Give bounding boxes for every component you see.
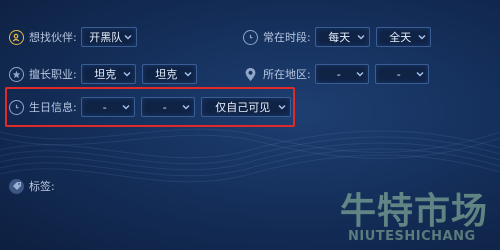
clock-icon [243,29,258,45]
position-label: 擅长职业: [29,68,77,81]
online-time-label: 常在时段: [263,31,311,44]
chevron-down-icon [184,71,192,77]
partner-select[interactable]: 开黑队 [80,27,137,47]
birthday-label: 生日信息: [29,101,77,114]
user-search-icon [9,29,24,45]
chevron-down-icon [123,71,131,77]
watermark-logo: 牛特市场 [340,190,489,232]
region-row: 所在地区: - - [243,63,435,85]
position-second-select[interactable]: 坦克 [141,64,197,84]
partner-row: 想找伙伴: 开黑队 [9,26,143,48]
chevron-down-icon [122,104,130,110]
chevron-down-icon [356,71,364,77]
chevron-down-icon [418,34,426,40]
region-province-select[interactable]: - [314,64,369,84]
chevron-down-icon [357,34,365,40]
birthday-day-select[interactable]: - [140,97,195,117]
online-time-select[interactable]: 全天 [375,27,431,47]
partner-label: 想找伙伴: [29,31,77,44]
chevron-down-icon [416,71,424,77]
watermark-subtitle: NIUTESHICHANG [348,229,476,244]
tags-label: 标签: [29,180,55,193]
chevron-down-icon [182,104,190,110]
birthday-month-select[interactable]: - [80,97,135,117]
position-row: 擅长职业: 坦克 坦克 [9,63,203,85]
region-label: 所在地区: [263,68,311,81]
location-pin-icon [243,67,258,82]
star-icon [9,66,24,82]
clock-icon [9,99,24,115]
position-first-select[interactable]: 坦克 [80,64,136,84]
online-time-row: 常在时段: 每天 全天 [243,26,437,48]
tags-row: 标签: [9,175,59,197]
birthday-row: 生日信息: - - 仅自己可见 [9,96,297,118]
tag-icon [9,178,24,194]
chevron-down-icon [278,104,286,110]
birthday-visibility-select[interactable]: 仅自己可见 [200,97,291,117]
region-city-select[interactable]: - [374,64,429,84]
online-day-select[interactable]: 每天 [314,27,370,47]
chevron-down-icon [124,34,132,40]
